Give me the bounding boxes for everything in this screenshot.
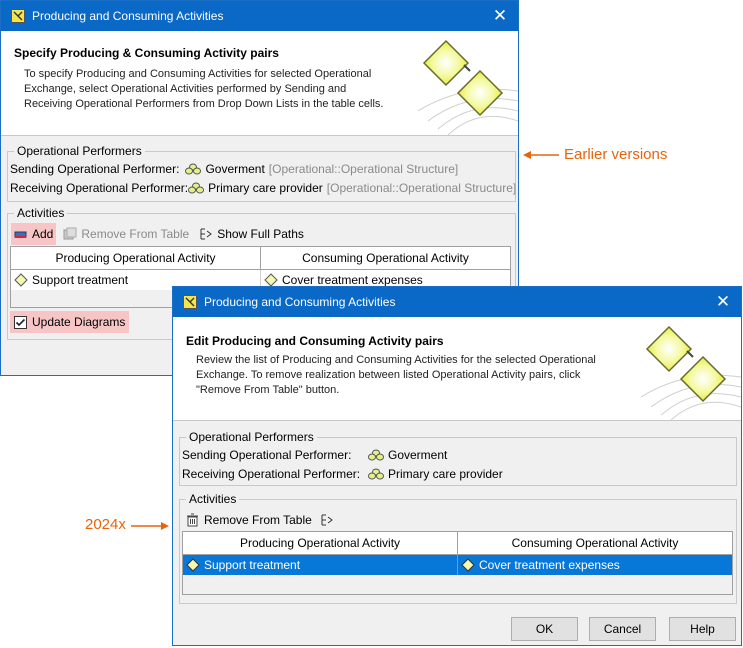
sending-performer-row: Sending Operational Performer: Goverment <box>182 448 447 462</box>
table-header: Producing Operational Activity Consuming… <box>11 247 510 270</box>
paths-label: Show Full Paths <box>217 227 304 241</box>
performer-icon <box>368 468 384 480</box>
consuming-activity: Cover treatment expenses <box>282 273 423 287</box>
description-line: "Remove From Table" button. <box>196 384 340 396</box>
remove-from-table-button[interactable]: Remove From Table <box>60 223 192 245</box>
producing-activity: Support treatment <box>32 273 129 287</box>
add-label: Add <box>32 227 54 241</box>
sending-performer-row: Sending Operational Performer: Goverment… <box>10 162 458 176</box>
header-description: Review the list of Producing and Consumi… <box>196 353 596 398</box>
performer-icon <box>188 182 205 194</box>
paths-icon <box>321 514 333 526</box>
group-legend: Activities <box>189 492 237 506</box>
cancel-button[interactable]: Cancel <box>589 617 656 641</box>
description-line: Receiving Operational Performers from Dr… <box>24 98 384 110</box>
group-legend: Operational Performers <box>189 430 314 444</box>
column-header-consuming[interactable]: Consuming Operational Activity <box>458 532 732 554</box>
app-icon <box>183 295 197 309</box>
activities-toolbar: Remove From Table <box>183 509 341 531</box>
header-description: To specify Producing and Consuming Activ… <box>24 67 383 112</box>
receiving-performer-row: Receiving Operational Performer: Primary… <box>182 467 503 481</box>
add-button[interactable]: Add <box>11 223 57 245</box>
title-bar[interactable]: Producing and Consuming Activities ✕ <box>1 1 518 31</box>
header-title: Edit Producing and Consuming Activity pa… <box>186 334 444 348</box>
receiving-label: Receiving Operational Performer: <box>182 467 361 481</box>
ok-button[interactable]: OK <box>511 617 578 641</box>
column-header-producing[interactable]: Producing Operational Activity <box>183 532 458 554</box>
activity-icon <box>186 558 200 572</box>
description-line: Exchange, select Operational Activities … <box>24 83 347 95</box>
close-icon[interactable]: ✕ <box>486 1 514 31</box>
column-header-producing[interactable]: Producing Operational Activity <box>11 247 261 269</box>
show-full-paths-button[interactable] <box>317 509 341 531</box>
arrow-right-icon <box>131 522 169 530</box>
table-header: Producing Operational Activity Consuming… <box>183 532 732 555</box>
update-diagrams-checkbox[interactable]: Update Diagrams <box>10 311 130 333</box>
activities-table: Producing Operational Activity Consuming… <box>182 531 733 595</box>
producing-activity: Support treatment <box>204 558 301 572</box>
add-icon <box>14 231 27 238</box>
title-bar[interactable]: Producing and Consuming Activities ✕ <box>173 287 741 317</box>
activity-icon <box>264 273 278 287</box>
sending-value: Goverment <box>388 448 448 462</box>
update-label: Update Diagrams <box>32 315 126 329</box>
receiving-type: [Operational::Operational Structure] <box>326 181 517 195</box>
header-graphic-icon <box>418 39 518 135</box>
cell-producing[interactable]: Support treatment <box>183 555 458 575</box>
sending-label: Sending Operational Performer: <box>10 162 180 176</box>
paths-icon <box>200 228 213 240</box>
description-line: To specify Producing and Consuming Activ… <box>24 68 372 80</box>
dialog-header: Edit Producing and Consuming Activity pa… <box>173 317 741 421</box>
remove-label: Remove From Table <box>81 227 190 241</box>
sending-value: Goverment <box>205 162 265 176</box>
activity-icon <box>14 273 28 287</box>
checkbox-checked-icon[interactable] <box>14 315 27 329</box>
receiving-value: Primary care provider <box>388 467 503 481</box>
description-line: Review the list of Producing and Consumi… <box>196 354 596 366</box>
remove-icon <box>187 513 198 527</box>
header-graphic-icon <box>641 325 741 420</box>
window-2024x: Producing and Consuming Activities ✕ Edi… <box>172 286 742 646</box>
remove-label: Remove From Table <box>204 513 312 527</box>
annotation-earlier-versions: Earlier versions <box>564 146 668 163</box>
description-line: Exchange. To remove realization between … <box>196 369 581 381</box>
arrow-left-icon <box>523 151 559 159</box>
sending-type: [Operational::Operational Structure] <box>268 162 459 176</box>
window-title: Producing and Consuming Activities <box>32 9 224 23</box>
help-button[interactable]: Help <box>669 617 736 641</box>
remove-icon <box>63 227 77 240</box>
table-row[interactable]: Support treatment Cover treatment expens… <box>183 555 732 575</box>
activities-toolbar: Add Remove From Table Show Full Paths <box>11 223 307 245</box>
performer-icon <box>185 163 202 175</box>
group-legend: Activities <box>17 206 65 220</box>
consuming-activity: Cover treatment expenses <box>479 558 620 572</box>
annotation-2024x: 2024x <box>85 516 126 533</box>
dialog-header: Specify Producing & Consuming Activity p… <box>1 31 518 136</box>
close-icon[interactable]: ✕ <box>709 287 737 317</box>
cell-consuming[interactable]: Cover treatment expenses <box>458 555 732 575</box>
column-header-consuming[interactable]: Consuming Operational Activity <box>261 247 510 269</box>
sending-label: Sending Operational Performer: <box>182 448 352 462</box>
remove-from-table-button[interactable]: Remove From Table <box>183 509 315 531</box>
receiving-value: Primary care provider <box>208 181 323 195</box>
window-title: Producing and Consuming Activities <box>204 295 396 309</box>
receiving-label: Receiving Operational Performer: <box>10 181 189 195</box>
receiving-performer-row: Receiving Operational Performer: Primary… <box>10 181 516 195</box>
activity-icon <box>461 558 475 572</box>
performer-icon <box>368 449 384 461</box>
header-title: Specify Producing & Consuming Activity p… <box>14 46 279 60</box>
show-full-paths-button[interactable]: Show Full Paths <box>196 223 307 245</box>
app-icon <box>11 9 25 23</box>
group-legend: Operational Performers <box>17 144 142 158</box>
